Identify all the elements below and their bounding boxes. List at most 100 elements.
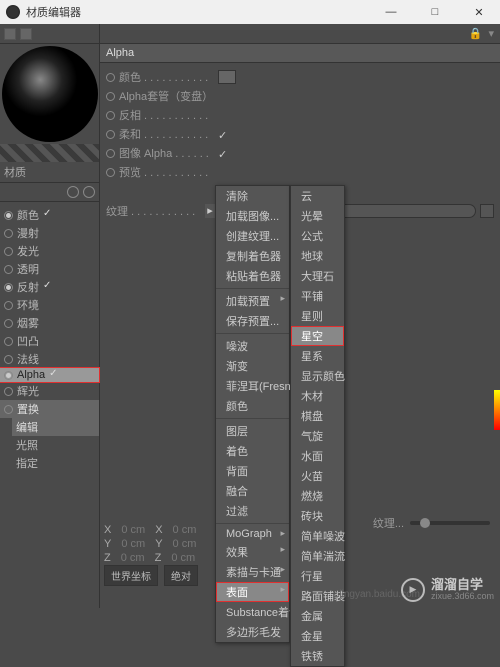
lock-icon[interactable]: 🔒 xyxy=(469,27,483,40)
channel-漫射[interactable]: 漫射 xyxy=(0,224,99,242)
sub-指定[interactable]: 指定 xyxy=(12,454,99,472)
menu-item-效果[interactable]: 效果 xyxy=(216,542,289,562)
radio-icon[interactable] xyxy=(106,130,115,139)
radio-icon[interactable] xyxy=(106,73,115,82)
menu-item-木材[interactable]: 木材 xyxy=(291,386,344,406)
menu-item-图层[interactable]: 图层 xyxy=(216,421,289,441)
tool-icon[interactable] xyxy=(20,28,32,40)
check-icon[interactable]: ✓ xyxy=(218,148,228,158)
menu-item-公式[interactable]: 公式 xyxy=(291,226,344,246)
channel-烟雾[interactable]: 烟雾 xyxy=(0,314,99,332)
menu-item-复制着色器[interactable]: 复制着色器 xyxy=(216,246,289,266)
coordinate-system-dropdown[interactable]: 世界坐标 xyxy=(104,565,158,586)
coord-value[interactable]: 0 cm xyxy=(173,524,197,536)
menu-item-简单噪波[interactable]: 简单噪波 xyxy=(291,526,344,546)
menu-item-平铺[interactable]: 平铺 xyxy=(291,286,344,306)
radio-icon[interactable] xyxy=(4,211,13,220)
check-icon[interactable] xyxy=(43,336,53,346)
menu-item-融合[interactable]: 融合 xyxy=(216,481,289,501)
check-icon[interactable] xyxy=(218,167,228,177)
channel-颜色[interactable]: 颜色 xyxy=(0,206,99,224)
texture-context-menu[interactable]: 清除加载图像...创建纹理...复制着色器粘贴着色器加载预置保存预置...噪波渐… xyxy=(215,185,290,643)
close-button[interactable]: ✕ xyxy=(464,6,494,19)
menu-item-金星[interactable]: 金星 xyxy=(291,626,344,646)
radio-icon[interactable] xyxy=(4,355,13,364)
channel-发光[interactable]: 发光 xyxy=(0,242,99,260)
texture-browse-button[interactable] xyxy=(480,204,494,218)
channel-反射[interactable]: 反射 xyxy=(0,278,99,296)
menu-item-燃烧[interactable]: 燃烧 xyxy=(291,486,344,506)
radio-icon[interactable] xyxy=(4,229,13,238)
opacity-slider[interactable] xyxy=(410,521,490,525)
menu-item-简单湍流[interactable]: 简单湍流 xyxy=(291,546,344,566)
menu-item-多边形毛发[interactable]: 多边形毛发 xyxy=(216,622,289,642)
coordinate-mode-dropdown[interactable]: 绝对 xyxy=(164,565,198,586)
check-icon[interactable] xyxy=(43,282,53,292)
radio-icon[interactable] xyxy=(106,111,115,120)
check-icon[interactable] xyxy=(43,318,53,328)
menu-item-清除[interactable]: 清除 xyxy=(216,186,289,206)
menu-item-金属[interactable]: 金属 xyxy=(291,606,344,626)
minimize-button[interactable]: — xyxy=(376,6,406,19)
target-icon[interactable] xyxy=(83,186,95,198)
channel-Alpha[interactable]: Alpha xyxy=(0,368,99,382)
menu-item-Substance着色器[interactable]: Substance着色器 xyxy=(216,602,289,622)
menu-item-星系[interactable]: 星系 xyxy=(291,346,344,366)
sub-光照[interactable]: 光照 xyxy=(12,436,99,454)
radio-icon[interactable] xyxy=(4,301,13,310)
texture-arrow-button[interactable]: ▸ xyxy=(205,204,215,218)
radio-icon[interactable] xyxy=(4,405,13,414)
menu-item-光晕[interactable]: 光晕 xyxy=(291,206,344,226)
check-icon[interactable] xyxy=(43,354,53,364)
check-icon[interactable] xyxy=(49,370,59,380)
channel-透明[interactable]: 透明 xyxy=(0,260,99,278)
radio-icon[interactable] xyxy=(4,319,13,328)
coord-value[interactable]: 0 cm xyxy=(121,538,145,550)
material-preview[interactable] xyxy=(2,46,98,142)
menu-item-菲涅耳(Fresnel)[interactable]: 菲涅耳(Fresnel) xyxy=(216,376,289,396)
menu-item-铁锈[interactable]: 铁锈 xyxy=(291,646,344,666)
radio-icon[interactable] xyxy=(106,92,115,101)
menu-item-行星[interactable]: 行星 xyxy=(291,566,344,586)
radio-icon[interactable] xyxy=(4,387,13,396)
radio-icon[interactable] xyxy=(4,283,13,292)
radio-icon[interactable] xyxy=(106,149,115,158)
menu-item-表面[interactable]: 表面 xyxy=(216,582,289,602)
check-icon[interactable] xyxy=(218,110,228,120)
menu-item-水面[interactable]: 水面 xyxy=(291,446,344,466)
check-icon[interactable]: ✓ xyxy=(218,129,228,139)
check-icon[interactable] xyxy=(43,264,53,274)
menu-item-过滤[interactable]: 过滤 xyxy=(216,501,289,521)
slider-thumb[interactable] xyxy=(420,518,430,528)
color-swatch[interactable] xyxy=(218,70,236,84)
radio-icon[interactable] xyxy=(4,247,13,256)
radio-icon[interactable] xyxy=(4,265,13,274)
channel-凹凸[interactable]: 凹凸 xyxy=(0,332,99,350)
menu-item-保存预置...[interactable]: 保存预置... xyxy=(216,311,289,331)
menu-item-气旋[interactable]: 气旋 xyxy=(291,426,344,446)
menu-item-大理石[interactable]: 大理石 xyxy=(291,266,344,286)
check-icon[interactable] xyxy=(43,210,53,220)
menu-item-火苗[interactable]: 火苗 xyxy=(291,466,344,486)
channel-法线[interactable]: 法线 xyxy=(0,350,99,368)
menu-item-加载预置[interactable]: 加载预置 xyxy=(216,291,289,311)
check-icon[interactable] xyxy=(218,91,228,101)
check-icon[interactable] xyxy=(43,404,53,414)
menu-item-噪波[interactable]: 噪波 xyxy=(216,336,289,356)
radio-icon[interactable] xyxy=(4,337,13,346)
radio-icon[interactable] xyxy=(106,168,115,177)
menu-item-渐变[interactable]: 渐变 xyxy=(216,356,289,376)
radio-icon[interactable] xyxy=(4,371,13,380)
channel-辉光[interactable]: 辉光 xyxy=(0,382,99,400)
menu-item-着色[interactable]: 着色 xyxy=(216,441,289,461)
surface-submenu[interactable]: 云光晕公式地球大理石平铺星则星空星系显示颜色木材棋盘气旋水面火苗燃烧砖块简单噪波… xyxy=(290,185,345,667)
menu-item-素描与卡通[interactable]: 素描与卡通 xyxy=(216,562,289,582)
menu-item-颜色[interactable]: 颜色 xyxy=(216,396,289,416)
maximize-button[interactable]: □ xyxy=(420,6,450,19)
check-icon[interactable] xyxy=(43,386,53,396)
menu-item-星则[interactable]: 星则 xyxy=(291,306,344,326)
check-icon[interactable] xyxy=(43,300,53,310)
menu-item-创建纹理...[interactable]: 创建纹理... xyxy=(216,226,289,246)
menu-item-路面铺装[interactable]: 路面铺装 xyxy=(291,586,344,606)
menu-item-粘贴着色器[interactable]: 粘贴着色器 xyxy=(216,266,289,286)
